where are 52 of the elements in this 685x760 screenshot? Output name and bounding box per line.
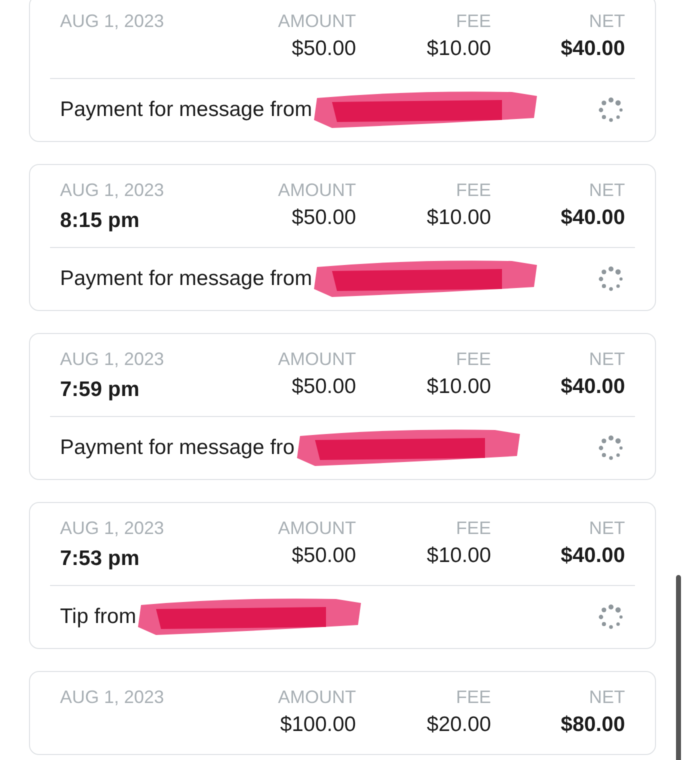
date-label: AUG 1, 2023 bbox=[60, 179, 164, 201]
net-value: $40.00 bbox=[560, 374, 625, 400]
transaction-description: Tip from bbox=[60, 605, 136, 629]
scrollbar[interactable] bbox=[676, 575, 681, 760]
fee-value: $10.00 bbox=[426, 374, 491, 400]
fee-value: $10.00 bbox=[426, 205, 491, 231]
transaction-description: Payment for message fro bbox=[60, 436, 295, 460]
net-value: $40.00 bbox=[560, 205, 625, 231]
fee-heading: FEE bbox=[456, 348, 491, 370]
transaction-description: Payment for message from bbox=[60, 98, 312, 122]
transaction-card[interactable]: AUG 1, 2023 AMOUNT $50.00 FEE $10.00 NET $40.00 Payment for message from bbox=[29, 0, 656, 142]
time-label: 7:53 pm bbox=[60, 547, 140, 571]
pending-spinner-icon bbox=[597, 434, 625, 462]
fee-heading: FEE bbox=[456, 179, 491, 201]
amount-value: $50.00 bbox=[292, 543, 356, 569]
pending-spinner-icon bbox=[597, 96, 625, 124]
net-value: $40.00 bbox=[560, 543, 625, 569]
amount-heading: AMOUNT bbox=[278, 686, 356, 708]
fee-heading: FEE bbox=[456, 10, 491, 32]
amount-heading: AMOUNT bbox=[278, 517, 356, 539]
transaction-card[interactable]: AUG 1, 2023 AMOUNT $100.00 FEE $20.00 NET $80.00 bbox=[29, 671, 656, 755]
date-label: AUG 1, 2023 bbox=[60, 686, 164, 708]
net-heading: NET bbox=[589, 348, 625, 370]
date-label: AUG 1, 2023 bbox=[60, 10, 164, 32]
date-label: AUG 1, 2023 bbox=[60, 348, 164, 370]
amount-heading: AMOUNT bbox=[278, 10, 356, 32]
amount-heading: AMOUNT bbox=[278, 348, 356, 370]
amount-value: $50.00 bbox=[292, 374, 356, 400]
fee-heading: FEE bbox=[456, 686, 491, 708]
net-value: $40.00 bbox=[560, 36, 625, 62]
amount-value: $50.00 bbox=[292, 36, 356, 62]
fee-value: $20.00 bbox=[426, 712, 491, 738]
pending-spinner-icon bbox=[597, 603, 625, 631]
transaction-card[interactable]: AUG 1, 2023 7:59 pm AMOUNT $50.00 FEE $10.00 NET $40.00 Payment for message fro bbox=[29, 333, 656, 480]
net-heading: NET bbox=[589, 10, 625, 32]
transaction-description: Payment for message from bbox=[60, 267, 312, 291]
fee-heading: FEE bbox=[456, 517, 491, 539]
date-label: AUG 1, 2023 bbox=[60, 517, 164, 539]
net-heading: NET bbox=[589, 686, 625, 708]
transaction-card[interactable]: AUG 1, 2023 8:15 pm AMOUNT $50.00 FEE $10.00 NET $40.00 Payment for message from bbox=[29, 164, 656, 311]
net-value: $80.00 bbox=[560, 712, 625, 738]
amount-value: $100.00 bbox=[280, 712, 356, 738]
transaction-card[interactable]: AUG 1, 2023 7:53 pm AMOUNT $50.00 FEE $10.00 NET $40.00 Tip from bbox=[29, 502, 656, 649]
pending-spinner-icon bbox=[597, 265, 625, 293]
time-label: 8:15 pm bbox=[60, 209, 140, 233]
fee-value: $10.00 bbox=[426, 36, 491, 62]
amount-heading: AMOUNT bbox=[278, 179, 356, 201]
net-heading: NET bbox=[589, 179, 625, 201]
net-heading: NET bbox=[589, 517, 625, 539]
time-label: 7:59 pm bbox=[60, 378, 140, 402]
fee-value: $10.00 bbox=[426, 543, 491, 569]
amount-value: $50.00 bbox=[292, 205, 356, 231]
